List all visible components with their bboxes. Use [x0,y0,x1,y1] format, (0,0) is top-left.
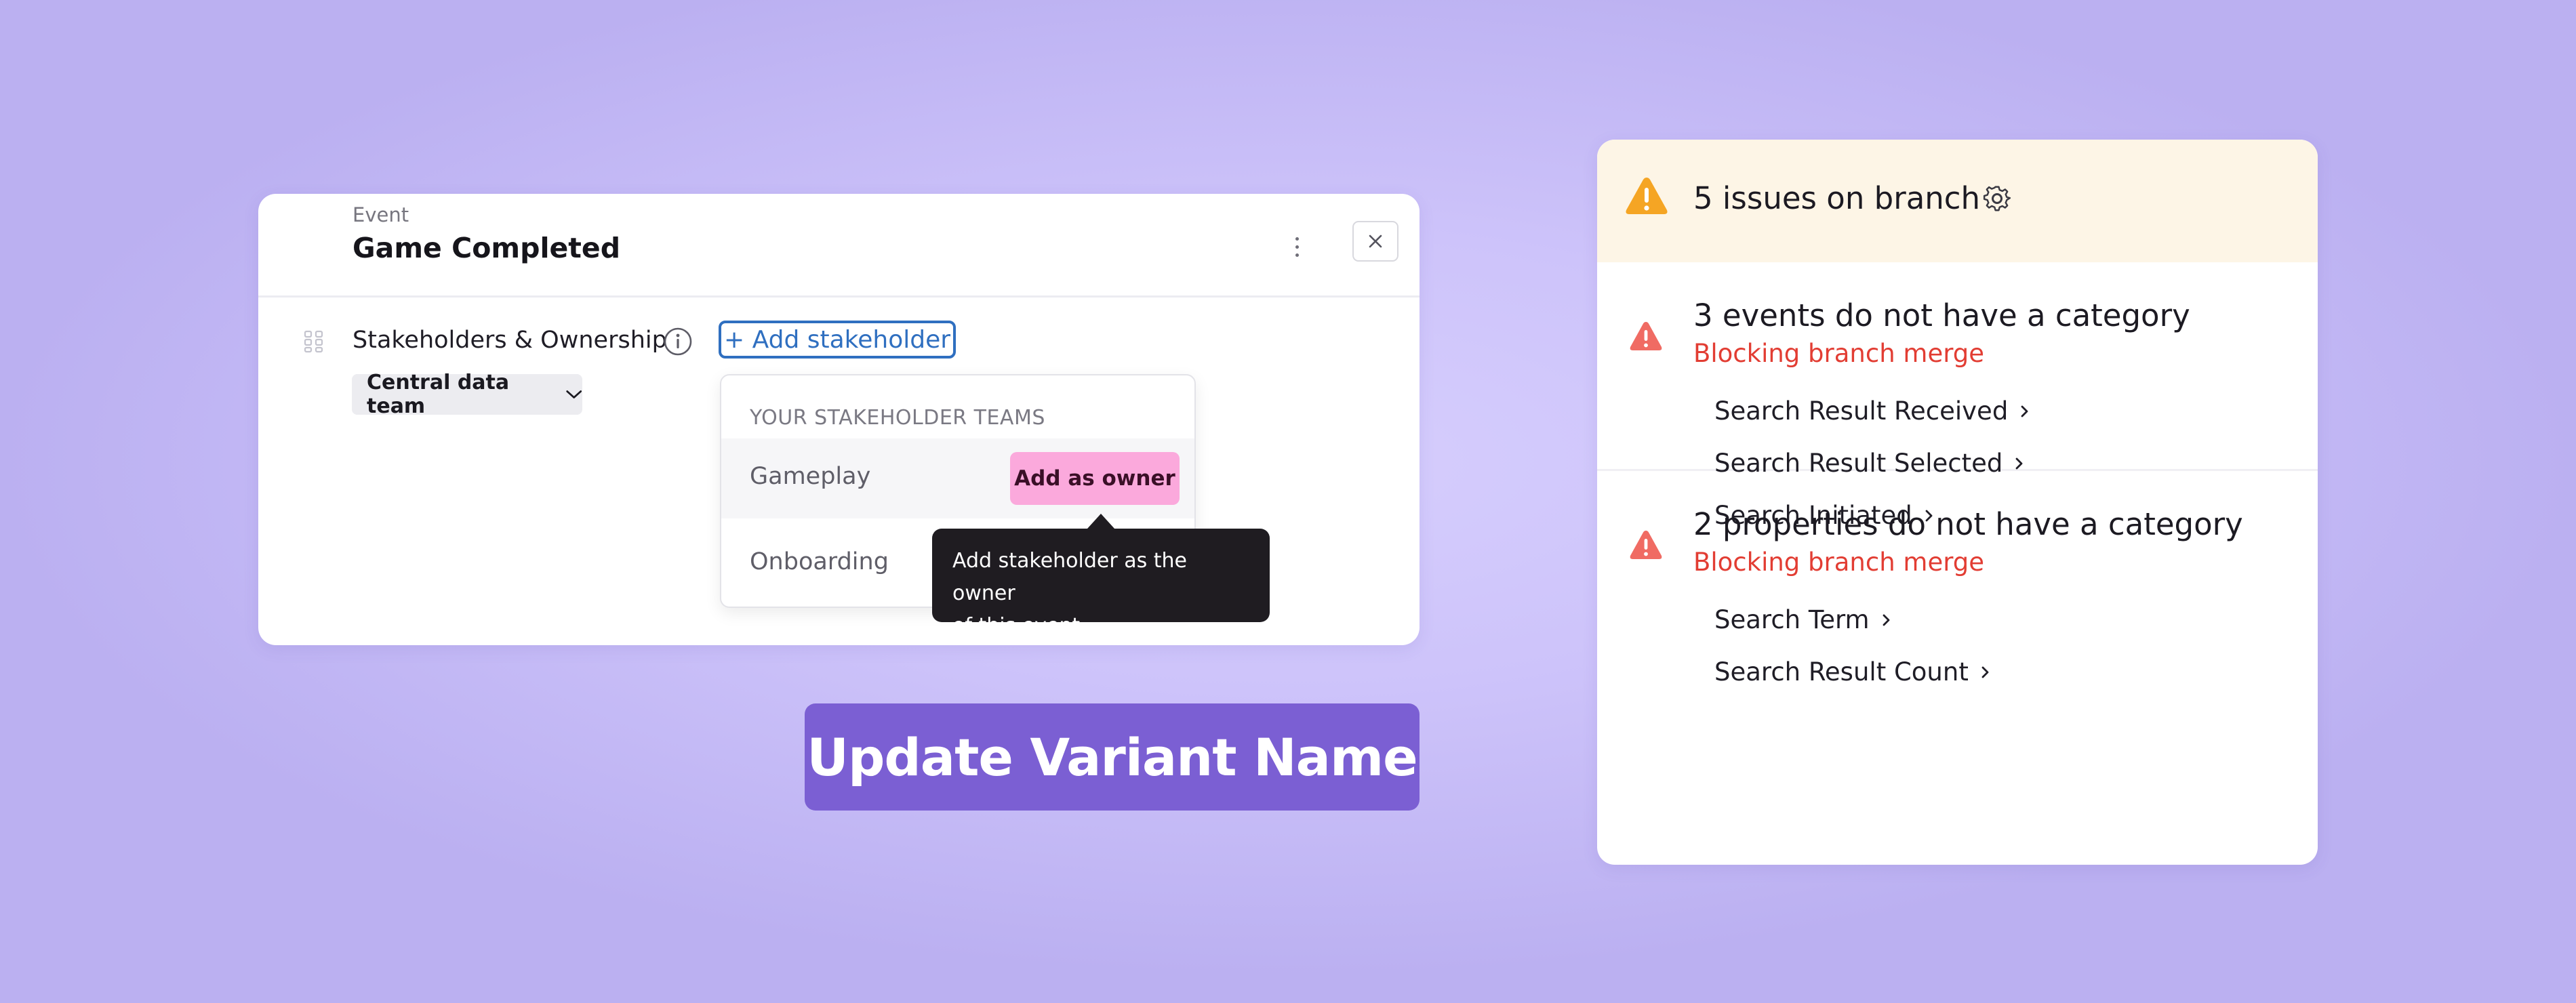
update-variant-name-button[interactable]: Update Variant Name [805,703,1420,811]
more-options-icon[interactable] [1283,228,1310,266]
dropdown-item-label: Gameplay [750,463,871,490]
chevron-right-icon [1981,666,1989,678]
issue-link-label: Search Result Received [1714,396,2009,426]
issue-link[interactable]: Search Result Received [1714,396,2030,426]
issue-link-label: Search Term [1714,605,1870,634]
info-icon[interactable] [663,327,693,356]
warning-icon [1626,178,1668,214]
tooltip: Add stakeholder as the owner of this eve… [932,529,1270,638]
issue-link-label: Search Result Count [1714,657,1969,687]
tooltip-line-1: Add stakeholder as the owner [952,549,1188,605]
owner-team-select[interactable]: Central data team [352,371,582,418]
chevron-right-icon [1883,614,1889,626]
event-type-label: Event [353,203,409,226]
issue-group-title: 3 events do not have a category [1693,298,2190,333]
issue-group-properties: 2 properties do not have a category Bloc… [1597,471,2318,865]
issue-group-events: 3 events do not have a category Blocking… [1597,262,2318,530]
add-as-owner-button[interactable]: Add as owner [1010,452,1180,505]
chevron-right-icon [2021,405,2028,417]
dropdown-item-gameplay[interactable]: Gameplay Add as owner [721,438,1194,518]
issue-link[interactable]: Search Result Count [1714,657,1990,687]
event-name: Game Completed [353,232,621,264]
owner-team-label: Central data team [367,371,510,418]
issues-panel: 5 issues on branch 3 events do not have … [1597,140,2318,865]
tooltip-arrow [1087,514,1114,529]
event-header: Event Game Completed [258,194,1420,298]
drag-handle-icon[interactable] [303,329,325,354]
gear-icon[interactable] [1981,183,2013,214]
tooltip-line-2: of this event [952,614,1081,638]
issue-link[interactable]: Search Term [1714,605,1891,634]
warning-icon [1630,531,1662,559]
add-stakeholder-button[interactable]: + Add stakeholder [719,321,957,359]
dropdown-item-onboarding[interactable]: Onboarding [750,548,889,575]
issue-group-title: 2 properties do not have a category [1693,506,2243,542]
stakeholders-section-label: Stakeholders & Ownership [353,327,667,354]
issue-group-subtitle: Blocking branch merge [1693,548,1985,577]
issues-header: 5 issues on branch [1597,140,2318,262]
close-icon [1369,234,1382,248]
issue-group-subtitle: Blocking branch merge [1693,339,1985,368]
warning-icon [1630,322,1662,350]
dropdown-heading: YOUR STAKEHOLDER TEAMS [750,406,1045,430]
chevron-down-icon [565,390,582,398]
issues-title: 5 issues on branch [1693,180,1981,216]
close-button[interactable] [1352,221,1398,262]
chevron-right-icon [2015,457,2023,469]
